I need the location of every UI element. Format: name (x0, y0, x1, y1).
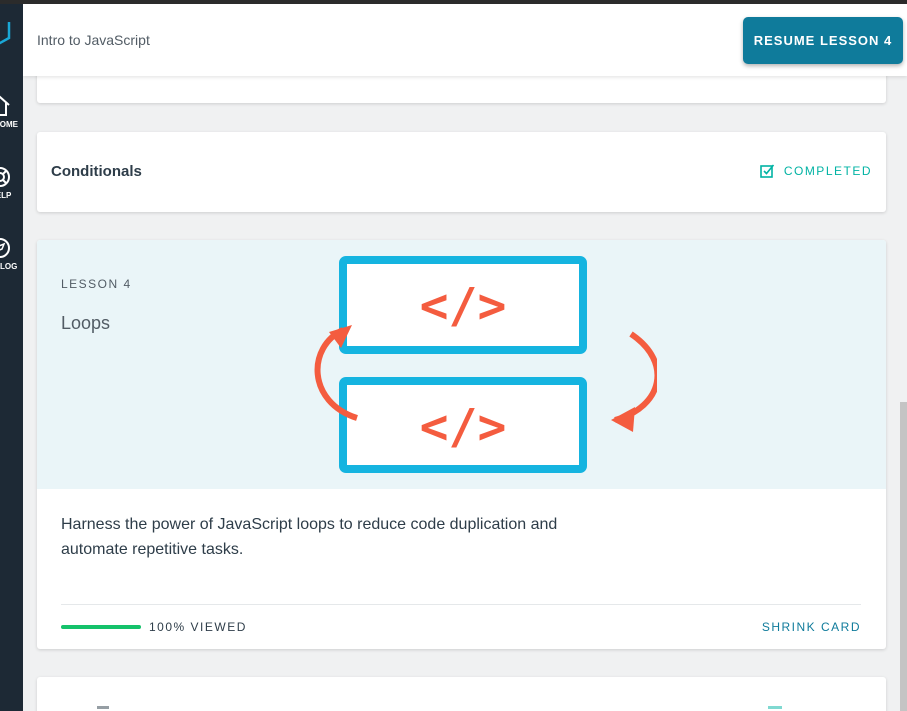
home-icon (0, 95, 10, 116)
udacity-logo-icon (0, 22, 11, 45)
next-lesson-card[interactable] (37, 677, 886, 711)
sidebar-item-home[interactable]: HOME (0, 94, 23, 134)
resume-lesson-button[interactable]: RESUME LESSON 4 (743, 17, 903, 64)
sidebar-item-catalog[interactable]: CATALOG (0, 236, 23, 276)
shrink-card-button[interactable]: SHRINK CARD (762, 620, 861, 634)
next-card-title-fragment (97, 706, 109, 709)
divider (61, 604, 861, 605)
window-top-strip (0, 0, 907, 4)
completed-badge: COMPLETED (760, 163, 872, 178)
lesson-hero: LESSON 4 Loops </> </> (37, 240, 886, 489)
help-icon (0, 167, 10, 187)
catalog-icon (0, 238, 10, 258)
lesson-card-conditionals[interactable]: Conditionals COMPLETED (37, 132, 886, 212)
lesson-title: Loops (61, 313, 111, 333)
progress-bar-fill (61, 625, 141, 629)
code-glyph-bottom: </> (420, 399, 507, 455)
loop-arrow-right-head (611, 407, 635, 432)
course-title: Intro to JavaScript (37, 32, 150, 48)
udacity-logo[interactable] (0, 20, 23, 50)
lesson-description: Harness the power of JavaScript loops to… (61, 516, 558, 558)
top-header: Intro to JavaScript RESUME LESSON 4 (23, 4, 907, 76)
sidebar: HOME HELP CATALOG (0, 0, 23, 711)
code-glyph-top: </> (420, 278, 507, 334)
lesson-number: LESSON 4 (61, 277, 132, 291)
sidebar-item-label: HOME (0, 120, 18, 129)
completed-label: COMPLETED (783, 163, 872, 178)
sidebar-item-label: CATALOG (0, 262, 18, 271)
progress-bar (61, 625, 141, 629)
progress-label: 100% VIEWED (149, 620, 247, 634)
sidebar-item-help[interactable]: HELP (0, 165, 23, 205)
checkbox-check-icon (760, 164, 774, 178)
lesson-card-loops: LESSON 4 Loops </> </> Harness the power… (37, 240, 886, 649)
loop-code-illustration: </> </> (314, 256, 657, 473)
scrollbar-thumb[interactable] (900, 402, 907, 711)
lesson-title: Conditionals (51, 163, 142, 180)
loop-arrow-right (614, 331, 657, 423)
sidebar-item-label: HELP (0, 191, 12, 200)
next-card-status-fragment (768, 706, 782, 709)
